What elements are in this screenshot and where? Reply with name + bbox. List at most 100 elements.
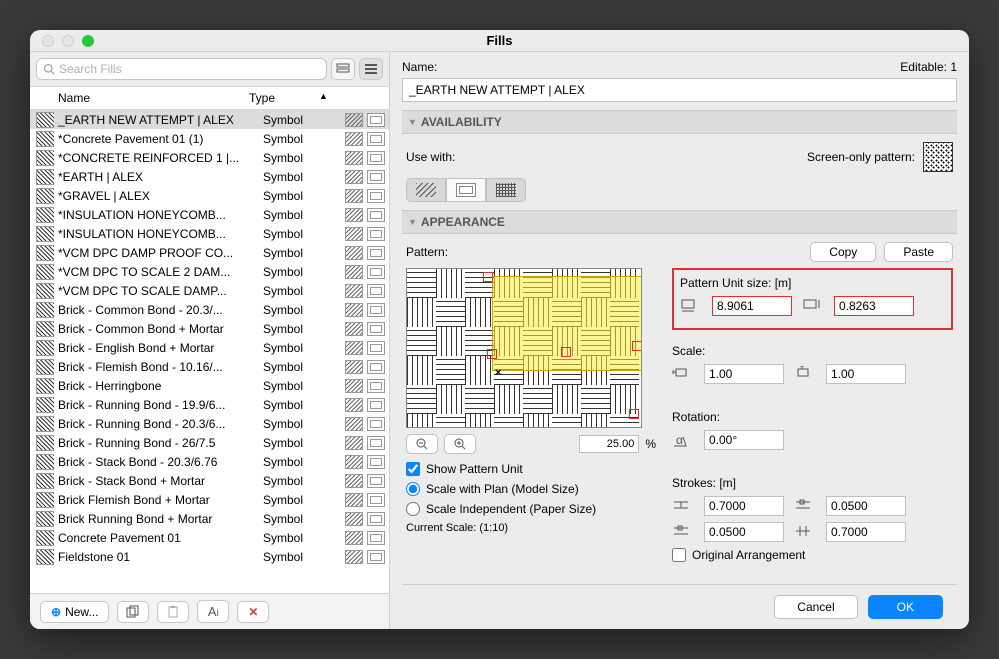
rotation-input[interactable] xyxy=(704,430,784,450)
stroke2-input[interactable] xyxy=(826,496,906,516)
fill-type: Symbol xyxy=(259,379,329,393)
zoom-out-button[interactable] xyxy=(406,434,438,454)
hatch-icon xyxy=(345,379,363,393)
list-item[interactable]: Brick - Running Bond - 26/7.5 Symbol xyxy=(30,433,389,452)
box-icon xyxy=(367,398,385,412)
fill-name: Brick Running Bond + Mortar xyxy=(54,512,259,526)
scale-plan-radio[interactable]: Scale with Plan (Model Size) xyxy=(406,482,656,496)
resize-handle[interactable] xyxy=(487,349,497,359)
fill-type: Symbol xyxy=(259,113,329,127)
pattern-preview[interactable]: × xyxy=(406,268,642,428)
scale-label: Scale: xyxy=(672,344,953,358)
list-icon xyxy=(364,63,378,75)
name-row: Name: Editable: 1 xyxy=(402,60,957,74)
duplicate-button[interactable] xyxy=(117,601,149,623)
list-item[interactable]: *GRAVEL | ALEX Symbol xyxy=(30,186,389,205)
fill-thumb xyxy=(36,340,54,356)
scale-x-input[interactable] xyxy=(704,364,784,384)
hatch-icon xyxy=(345,132,363,146)
paste-button-pattern[interactable]: Paste xyxy=(884,242,953,262)
list-item[interactable]: *VCM DPC TO SCALE DAMP... Symbol xyxy=(30,281,389,300)
list-item[interactable]: *EARTH | ALEX Symbol xyxy=(30,167,389,186)
list-item[interactable]: Brick Flemish Bond + Mortar Symbol xyxy=(30,490,389,509)
search-input[interactable] xyxy=(59,62,320,76)
box-icon xyxy=(367,436,385,450)
left-panel: Name Type ▲ _EARTH NEW ATTEMPT | ALEX Sy… xyxy=(30,52,390,629)
list-item[interactable]: Brick Running Bond + Mortar Symbol xyxy=(30,509,389,528)
box-icon xyxy=(367,493,385,507)
pattern-unit-label: Pattern Unit size: [m] xyxy=(680,276,945,290)
use-cut-toggle[interactable] xyxy=(486,178,526,202)
fill-type: Symbol xyxy=(259,550,329,564)
fill-thumb xyxy=(36,150,54,166)
appearance-header[interactable]: ▼ APPEARANCE xyxy=(402,210,957,234)
fill-name: Brick - Flemish Bond - 10.16/... xyxy=(54,360,259,374)
list-item[interactable]: Brick - Stack Bond + Mortar Symbol xyxy=(30,471,389,490)
scale-indep-radio[interactable]: Scale Independent (Paper Size) xyxy=(406,502,656,516)
list-item[interactable]: *INSULATION HONEYCOMB... Symbol xyxy=(30,205,389,224)
stroke4-input[interactable] xyxy=(826,522,906,542)
list-item[interactable]: _EARTH NEW ATTEMPT | ALEX Symbol xyxy=(30,110,389,129)
cancel-button[interactable]: Cancel xyxy=(774,595,857,619)
resize-handle[interactable] xyxy=(632,341,642,351)
show-pattern-unit-check[interactable]: Show Pattern Unit xyxy=(406,462,656,476)
list-item[interactable]: *VCM DPC DAMP PROOF CO... Symbol xyxy=(30,243,389,262)
hatch-icon xyxy=(345,227,363,241)
pattern-label: Pattern: xyxy=(406,245,448,259)
list-item[interactable]: *INSULATION HONEYCOMB... Symbol xyxy=(30,224,389,243)
fill-name: _EARTH NEW ATTEMPT | ALEX xyxy=(54,113,259,127)
use-cover-toggle[interactable] xyxy=(446,178,486,202)
list-item[interactable]: Brick - Flemish Bond - 10.16/... Symbol xyxy=(30,357,389,376)
search-field[interactable] xyxy=(36,58,327,80)
new-button[interactable]: ⊕New... xyxy=(40,601,109,623)
name-input[interactable] xyxy=(402,78,957,102)
hatch-icon xyxy=(345,113,363,127)
view-folder-toggle[interactable] xyxy=(331,58,355,80)
resize-handle[interactable] xyxy=(483,272,493,282)
use-drafting-toggle[interactable] xyxy=(406,178,446,202)
list-item[interactable]: *VCM DPC TO SCALE 2 DAM... Symbol xyxy=(30,262,389,281)
hatch-icon xyxy=(345,512,363,526)
resize-handle[interactable] xyxy=(561,347,571,357)
list-item[interactable]: Brick - Common Bond + Mortar Symbol xyxy=(30,319,389,338)
screen-pattern-swatch[interactable] xyxy=(923,142,953,172)
list-item[interactable]: *CONCRETE REINFORCED 1 |... Symbol xyxy=(30,148,389,167)
list-item[interactable]: Brick - Running Bond - 19.9/6... Symbol xyxy=(30,395,389,414)
col-type[interactable]: Type xyxy=(245,91,315,105)
col-name[interactable]: Name xyxy=(54,91,245,105)
view-list-toggle[interactable] xyxy=(359,58,383,80)
list-item[interactable]: Brick - Stack Bond - 20.3/6.76 Symbol xyxy=(30,452,389,471)
original-arrangement-check[interactable]: Original Arrangement xyxy=(672,548,953,562)
list-item[interactable]: *Concrete Pavement 01 (1) Symbol xyxy=(30,129,389,148)
stroke3-input[interactable] xyxy=(704,522,784,542)
fill-thumb xyxy=(36,530,54,546)
ok-button[interactable]: OK xyxy=(868,595,943,619)
copy-button[interactable]: Copy xyxy=(810,242,876,262)
paste-button[interactable] xyxy=(157,601,189,623)
hatch-icon xyxy=(345,493,363,507)
resize-handle[interactable] xyxy=(629,409,639,419)
zoom-in-button[interactable] xyxy=(444,434,476,454)
fills-list[interactable]: _EARTH NEW ATTEMPT | ALEX Symbol *Concre… xyxy=(30,110,389,593)
delete-button[interactable]: ✕ xyxy=(237,601,269,623)
hatch-icon xyxy=(345,284,363,298)
pattern-width-input[interactable] xyxy=(712,296,792,316)
box-icon xyxy=(367,284,385,298)
scale-y-input[interactable] xyxy=(826,364,906,384)
rotation-group: Rotation: α xyxy=(672,404,953,462)
list-item[interactable]: Concrete Pavement 01 Symbol xyxy=(30,528,389,547)
hatch-icon xyxy=(345,170,363,184)
availability-header[interactable]: ▼ AVAILABILITY xyxy=(402,110,957,134)
stroke1-input[interactable] xyxy=(704,496,784,516)
list-item[interactable]: Brick - Common Bond - 20.3/... Symbol xyxy=(30,300,389,319)
list-item[interactable]: Fieldstone 01 Symbol xyxy=(30,547,389,566)
list-item[interactable]: Brick - English Bond + Mortar Symbol xyxy=(30,338,389,357)
list-item[interactable]: Brick - Herringbone Symbol xyxy=(30,376,389,395)
rename-button[interactable]: AI xyxy=(197,600,229,623)
fill-type: Symbol xyxy=(259,417,329,431)
list-footer: ⊕New... AI ✕ xyxy=(30,593,389,629)
zoom-input[interactable] xyxy=(579,435,639,453)
pattern-height-input[interactable] xyxy=(834,296,914,316)
list-item[interactable]: Brick - Running Bond - 20.3/6... Symbol xyxy=(30,414,389,433)
use-with-label: Use with: xyxy=(406,150,455,164)
